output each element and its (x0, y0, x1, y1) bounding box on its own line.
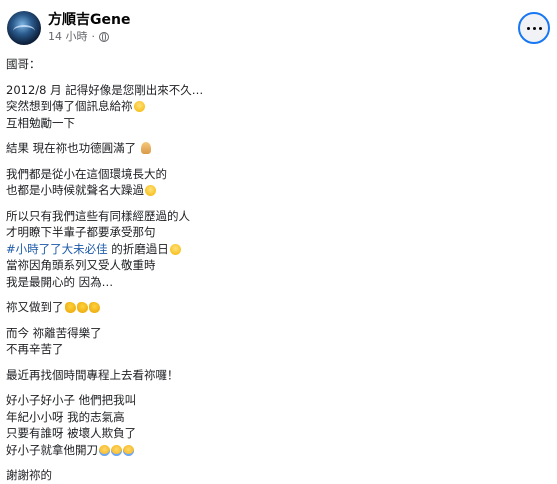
post-line: 國哥： (6, 57, 41, 71)
post-line: 最近再找個時間專程上去看祢囉！ (6, 367, 179, 382)
post-line: 年紀小小呀 我的志氣高 (6, 409, 125, 424)
post-meta: 14 小時 · (48, 30, 109, 44)
globe-icon[interactable] (99, 32, 109, 42)
post-line: 突然想到傳了個訊息給祢 (6, 98, 546, 115)
post-line: 也都是小時候就聲名大躁過 (6, 182, 546, 199)
post-line: 所以只有我們這些有同樣經歷過的人 (6, 208, 190, 223)
post-line: 才明瞭下半輩子都要承受那句 (6, 225, 156, 239)
author-avatar[interactable] (7, 11, 41, 45)
smiling-face-emoji (133, 101, 145, 112)
post-line: 互相勉勵一下 (6, 115, 75, 130)
smiling-face-emoji (145, 185, 156, 196)
crying-face-emoji (123, 444, 134, 456)
clapping-hands-emoji (76, 302, 88, 313)
post-line: 我們都是從小在這個環境長大的 (6, 166, 167, 181)
post-line: #小時了了大未必佳 的折磨過日 (6, 241, 546, 258)
post-body: 國哥： 2012/8 月 記得好像是您剛出來不久… 突然想到傳了個訊息給祢 互相… (6, 56, 546, 484)
smiling-face-emoji (169, 243, 181, 255)
meta-separator: · (91, 30, 96, 43)
post-line: 2012/8 月 記得好像是您剛出來不久… (6, 82, 204, 97)
more-options-button[interactable] (518, 12, 550, 44)
post-line: 祢又做到了 (6, 299, 546, 316)
post-line: 而今 祢離苦得樂了 (6, 325, 102, 340)
post-line: 我是最開心的 因為… (6, 274, 114, 289)
more-horizontal-icon (526, 26, 542, 30)
post-line: 好小子就拿他開刀 (6, 442, 546, 459)
post-line: 不再辛苦了 (6, 342, 64, 356)
crying-face-emoji (111, 444, 122, 456)
author-name[interactable]: 方順吉Gene (48, 10, 130, 30)
clapping-hands-emoji (64, 302, 76, 313)
post-timestamp[interactable]: 14 小時 (48, 30, 88, 44)
clapping-hands-emoji (88, 302, 100, 313)
post-line: 好小子好小子 他們把我叫 (6, 393, 137, 407)
crying-face-emoji (99, 444, 110, 456)
post-line: 只要有誰呀 被壞人欺負了 (6, 426, 137, 440)
hashtag-link[interactable]: #小時了了大未必佳 (6, 242, 108, 256)
post-line: 當祢因角頭系列又受人敬重時 (6, 258, 156, 272)
post-line: 結果 現在祢也功德圓滿了 (6, 140, 546, 157)
post-line: 謝謝祢的 (6, 468, 52, 482)
facebook-post: 方順吉Gene 14 小時 · 國哥： 2012/8 月 記得好像是您剛出來不久… (0, 0, 557, 482)
folded-hands-emoji (140, 142, 151, 154)
